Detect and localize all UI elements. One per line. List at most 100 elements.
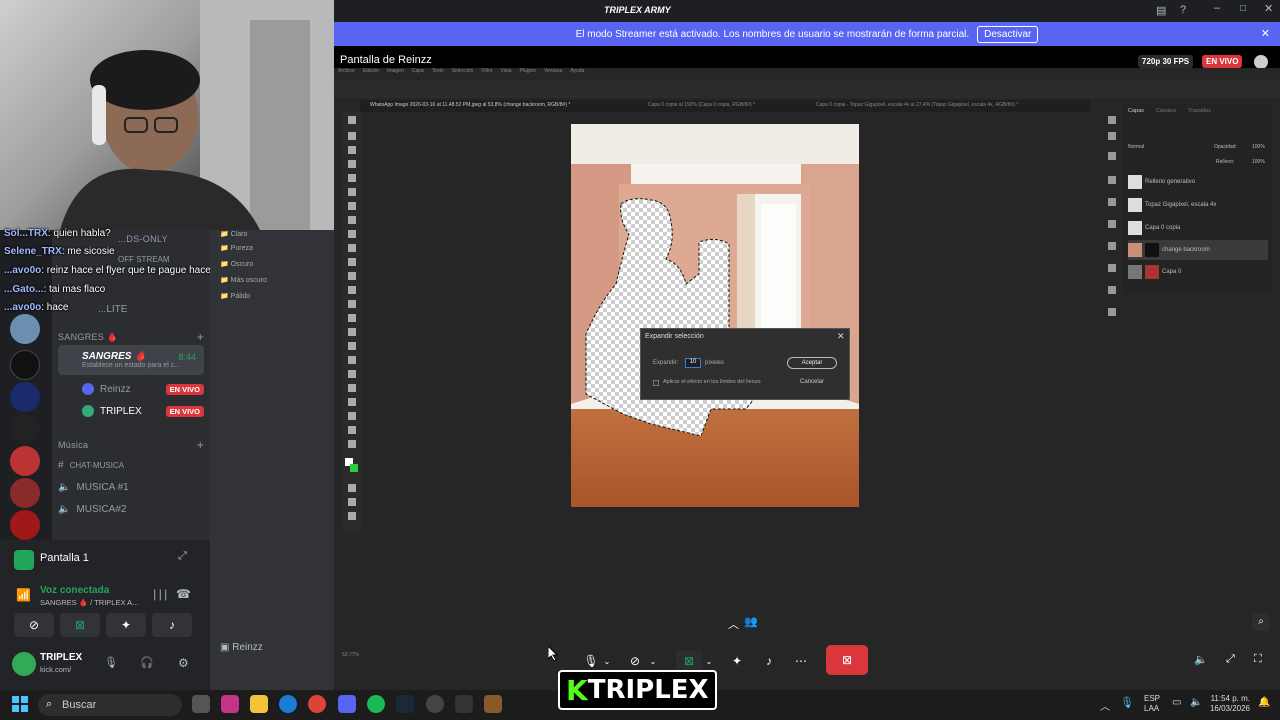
- blend-mode-select[interactable]: Normal: [1128, 144, 1144, 150]
- add-channel-icon[interactable]: +: [197, 438, 204, 452]
- soundboard-button[interactable]: ♪: [152, 613, 192, 637]
- discord-icon[interactable]: [338, 695, 356, 713]
- cancel-button[interactable]: Cancelar: [787, 377, 837, 389]
- folder-item[interactable]: 📁 Oscuro: [220, 260, 253, 268]
- folder-item[interactable]: 📁 Pureza: [220, 244, 253, 252]
- folder-item[interactable]: 📁 Pálido: [220, 292, 250, 300]
- spotify-icon[interactable]: [367, 695, 385, 713]
- avatar[interactable]: [1254, 55, 1268, 69]
- menu-item[interactable]: Texto: [432, 68, 444, 78]
- volume-icon[interactable]: 🔈: [1194, 653, 1208, 666]
- text-channel[interactable]: # CHAT-MUSICA: [58, 454, 204, 476]
- ok-button[interactable]: Aceptar: [787, 357, 837, 369]
- layer-row[interactable]: Topaz Gigapixel, escala 4x: [1128, 195, 1268, 215]
- inbox-icon[interactable]: ▤: [1156, 4, 1166, 17]
- server-icon[interactable]: [10, 510, 40, 540]
- fullscreen-icon[interactable]: ⛶: [1254, 653, 1262, 666]
- voice-status[interactable]: Voz conectada: [40, 585, 109, 596]
- clock[interactable]: 11:54 p. m. 16/03/2026: [1206, 694, 1250, 714]
- fill-value[interactable]: 100%: [1252, 159, 1265, 165]
- screen-share-button[interactable]: ⊠: [60, 613, 100, 637]
- chevron-up-icon[interactable]: ︿: [728, 616, 739, 632]
- voice-channel[interactable]: 🔈 MUSICA #1: [58, 476, 204, 498]
- disconnect-icon[interactable]: ☎: [176, 587, 191, 601]
- server-icon[interactable]: [10, 382, 40, 412]
- maximize-icon[interactable]: □: [1240, 3, 1246, 14]
- camera-off-button[interactable]: ⊘: [14, 613, 54, 637]
- menu-item[interactable]: Vista: [501, 68, 512, 78]
- activities-button[interactable]: ✦: [724, 650, 750, 672]
- layer-row-selected[interactable]: change backroom: [1128, 240, 1268, 260]
- voice-channel-active[interactable]: SANGRES 🩸 8:44 Establece un estado para …: [58, 345, 204, 375]
- menu-item[interactable]: Plugins: [520, 68, 536, 78]
- folder-item[interactable]: 📁 Más oscuro: [220, 276, 267, 284]
- doc-tab[interactable]: Capa 0 copia al 192% (Capa 0 copia, RGB/…: [648, 102, 755, 108]
- activities-button[interactable]: ✦: [106, 613, 146, 637]
- app-icon[interactable]: [484, 695, 502, 713]
- opacity-value[interactable]: 100%: [1252, 144, 1265, 150]
- close-icon[interactable]: ✕: [1264, 2, 1273, 15]
- menu-item[interactable]: Imagen: [387, 68, 404, 78]
- menu-item[interactable]: Selección: [452, 68, 474, 78]
- headphones-icon[interactable]: 🎧: [140, 656, 154, 669]
- layer-row[interactable]: Capa 0 copia: [1128, 218, 1268, 238]
- menu-item[interactable]: Filtro: [481, 68, 492, 78]
- chevron-down-icon[interactable]: ⌄: [646, 650, 660, 672]
- voice-member[interactable]: Reinzz EN VIVO: [58, 378, 204, 400]
- layer-row[interactable]: Relleno generativo: [1128, 172, 1268, 192]
- add-channel-icon[interactable]: +: [197, 330, 204, 344]
- tab-layers[interactable]: Capas: [1128, 108, 1144, 114]
- microphone-icon[interactable]: 🎙: [104, 656, 118, 669]
- chevron-down-icon[interactable]: ⌄: [702, 650, 716, 672]
- stop-stream-button[interactable]: ⊠: [826, 645, 868, 675]
- volume-icon[interactable]: 🔈: [1190, 697, 1202, 708]
- taskbar-search[interactable]: ⌕ Buscar: [38, 694, 182, 716]
- notification-icon[interactable]: 🔔: [1258, 697, 1270, 708]
- deactivate-button[interactable]: Desactivar: [977, 25, 1039, 43]
- folder-item[interactable]: 📁 Claro: [220, 230, 247, 238]
- windows-start-icon[interactable]: [12, 696, 28, 712]
- layer-row[interactable]: Capa 0: [1128, 262, 1268, 282]
- tool-icons[interactable]: [342, 112, 362, 532]
- close-icon[interactable]: ✕: [1261, 27, 1270, 40]
- task-view-icon[interactable]: [192, 695, 210, 713]
- tab-paths[interactable]: Trazados: [1188, 108, 1211, 114]
- clip-to-canvas-checkbox[interactable]: [653, 380, 659, 386]
- popout-icon[interactable]: ⤢: [1226, 653, 1235, 666]
- camera-off-button[interactable]: ⊘: [622, 650, 648, 672]
- doc-tab[interactable]: WhatsApp Image 2026-03-16 at 11.48.52 PM…: [370, 102, 570, 108]
- expand-input[interactable]: 10: [685, 358, 701, 368]
- doc-tab[interactable]: Capa 0 copia - Topaz Gigapixel, escala 4…: [816, 102, 1018, 108]
- popout-icon[interactable]: ⤢: [178, 550, 192, 564]
- menu-item[interactable]: Edición: [363, 68, 379, 78]
- photoshop-canvas[interactable]: [571, 124, 859, 507]
- server-icon[interactable]: [10, 350, 40, 380]
- zoom-icon[interactable]: ⌕: [1252, 613, 1270, 631]
- network-icon[interactable]: ▭: [1172, 697, 1181, 708]
- chevron-down-icon[interactable]: ⌄: [600, 650, 614, 672]
- server-icon[interactable]: [10, 414, 40, 444]
- close-icon[interactable]: ✕: [837, 331, 845, 342]
- app-icon[interactable]: [455, 695, 473, 713]
- instagram-icon[interactable]: [221, 695, 239, 713]
- menu-item[interactable]: Capa: [412, 68, 424, 78]
- menu-item[interactable]: Ayuda: [570, 68, 584, 78]
- server-icon[interactable]: [10, 314, 40, 344]
- language-indicator[interactable]: ESP LAA: [1144, 694, 1160, 714]
- more-button[interactable]: ⋯: [788, 650, 814, 672]
- settings-gear-icon[interactable]: ⚙: [178, 656, 189, 670]
- help-icon[interactable]: ?: [1180, 4, 1186, 16]
- tab-channels[interactable]: Canales: [1156, 108, 1176, 114]
- chrome-icon[interactable]: [308, 695, 326, 713]
- user-name[interactable]: TRIPLEX: [40, 652, 82, 663]
- menu-item[interactable]: Archivo: [338, 68, 355, 78]
- chevron-up-icon[interactable]: ︿: [1100, 698, 1110, 713]
- avatar[interactable]: [12, 652, 36, 676]
- obs-icon[interactable]: [426, 695, 444, 713]
- soundboard-icon[interactable]: ∣∣∣: [152, 588, 169, 601]
- screen-share-button[interactable]: ⊠: [676, 650, 702, 672]
- soundboard-button[interactable]: ♪: [756, 650, 782, 672]
- server-icon[interactable]: [10, 478, 40, 508]
- panel-icons[interactable]: [1104, 112, 1120, 332]
- steam-icon[interactable]: [396, 695, 414, 713]
